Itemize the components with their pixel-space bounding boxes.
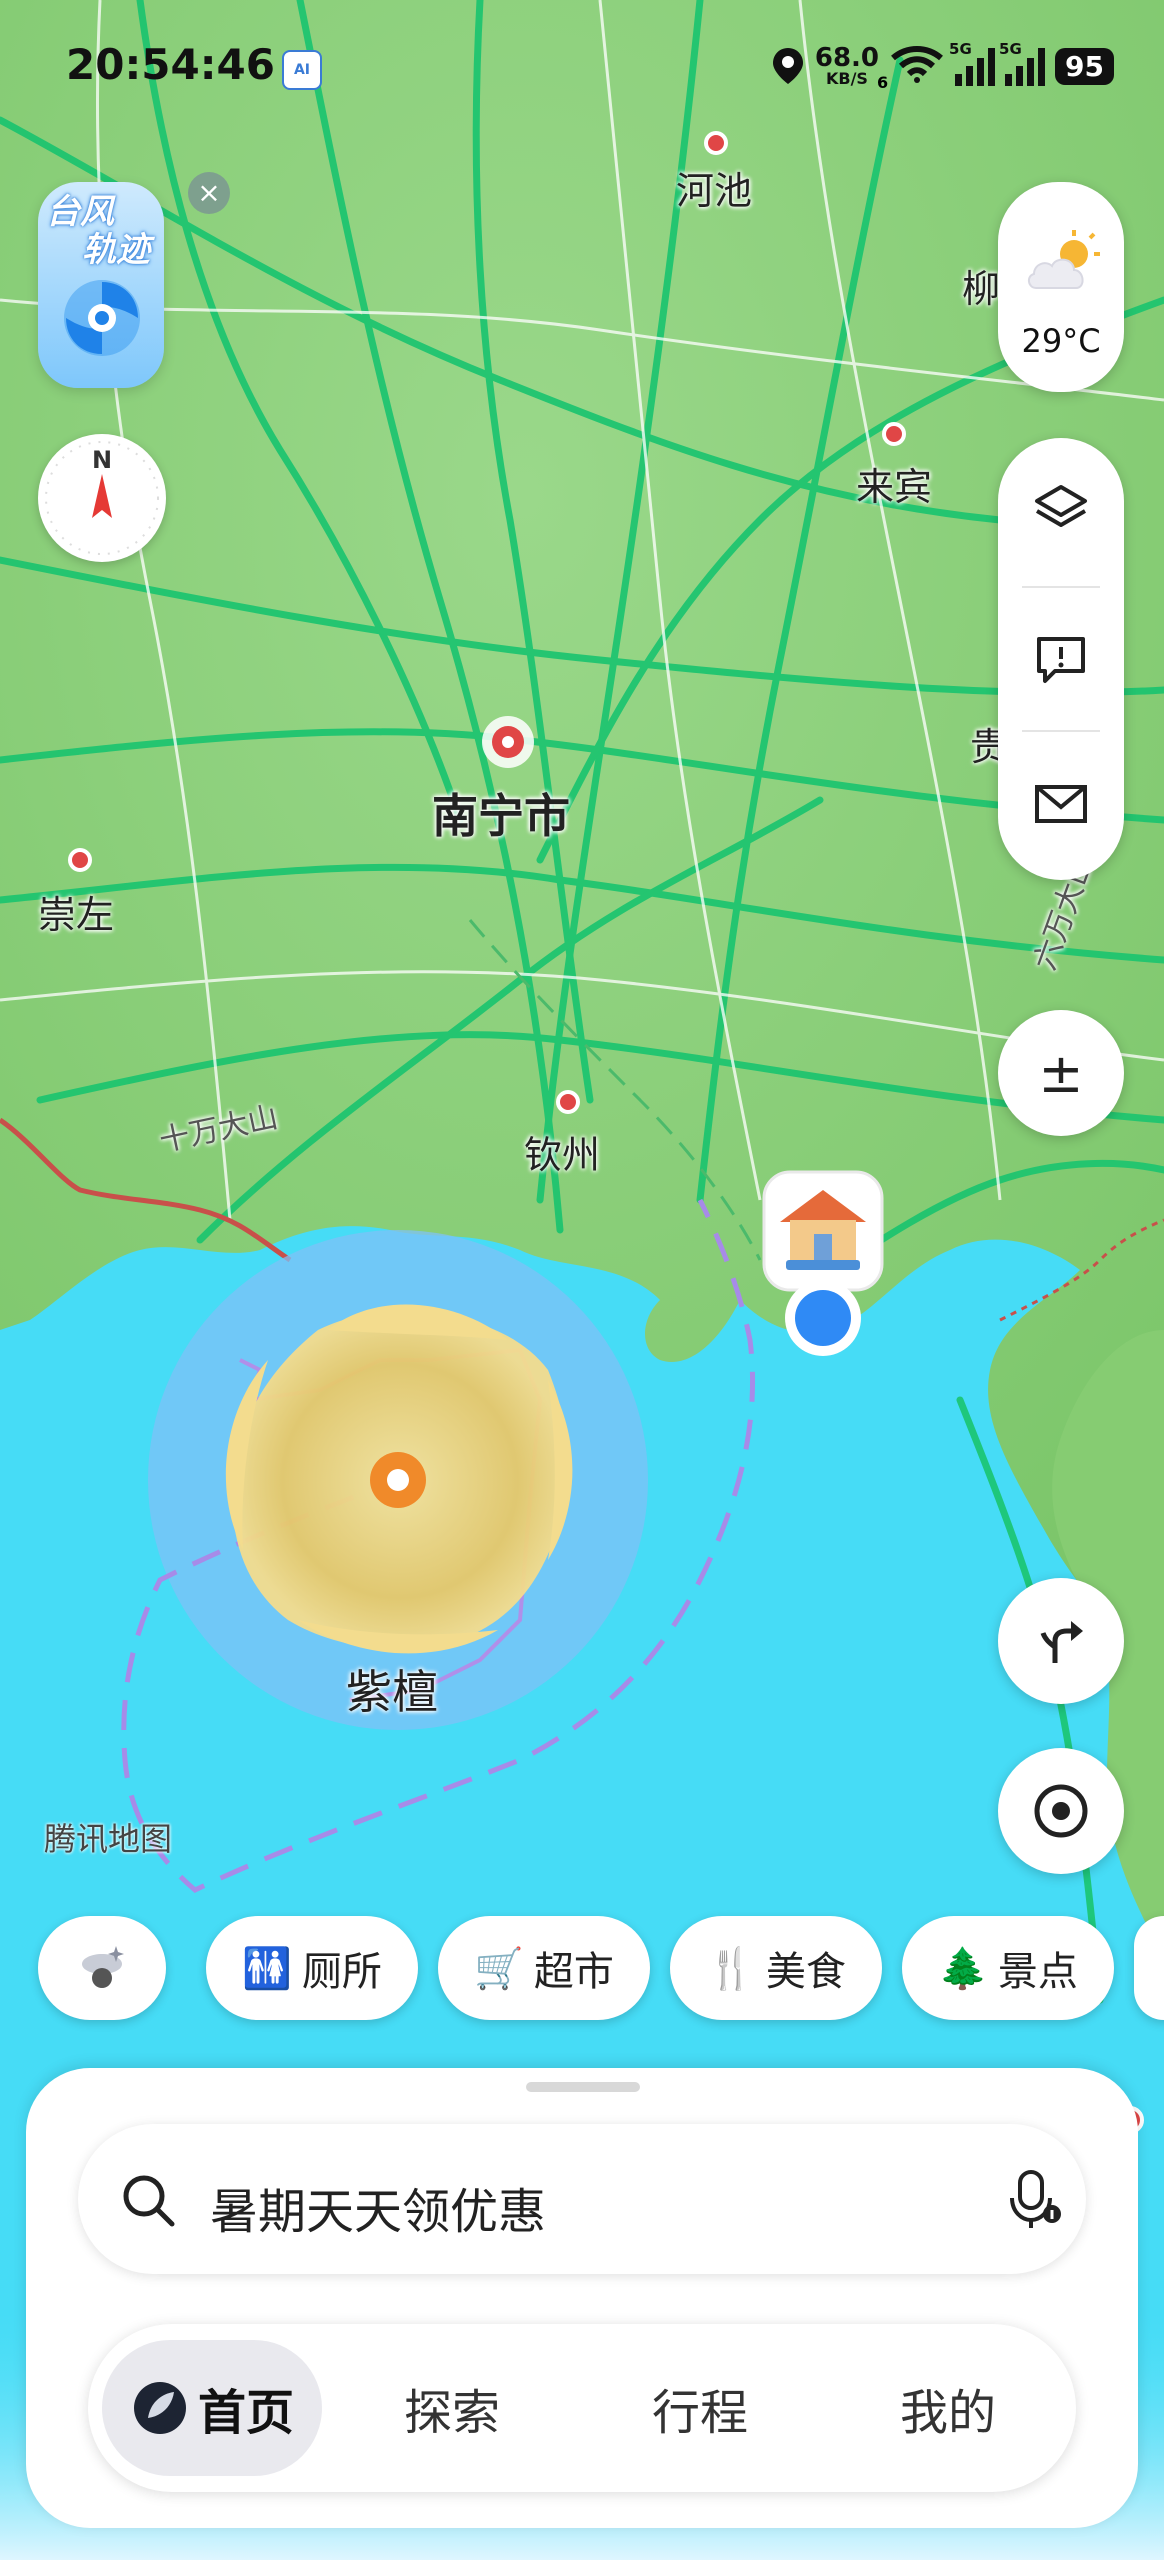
battery-indicator: 95 [1055, 47, 1114, 85]
chip-label: 景点 [997, 1949, 1078, 1995]
home-logo-icon [133, 2382, 186, 2434]
typhoon-name-label: 紫檀 [346, 1665, 438, 1719]
typhoon-button-line2: 轨迹 [82, 230, 150, 270]
sim2-tag: 5G [999, 40, 1022, 58]
chip-label: 超市 [533, 1949, 614, 1995]
status-icons: 68.0 KB/S 6 5G 5G 95 [771, 38, 1114, 94]
home-marker [762, 1170, 884, 1292]
route-button[interactable] [998, 1578, 1124, 1704]
chip-supermarket[interactable]: 🛒 超市 [438, 1916, 650, 2020]
bottom-sheet: 暑期天天领优惠 首页 探索 行程 我的 [26, 2068, 1138, 2528]
place-label-chongzuo: 崇左 [38, 893, 115, 937]
net-speed: 68.0 KB/S [815, 45, 879, 87]
status-time: 20:54:46 [66, 40, 275, 89]
signal-sim2-icon: 5G [999, 40, 1046, 86]
feedback-icon [1037, 637, 1085, 683]
sheet-drag-handle[interactable] [526, 2082, 640, 2092]
place-label-liuzhou: 柳 [962, 267, 1001, 311]
bottom-nav: 首页 探索 行程 我的 [88, 2324, 1076, 2492]
compass-button[interactable]: N [38, 434, 166, 562]
search-bar[interactable]: 暑期天天领优惠 [78, 2124, 1086, 2274]
city-pin-laibin [882, 422, 906, 446]
weather-widget[interactable]: 29°C [998, 182, 1124, 392]
wifi-icon [891, 46, 943, 83]
category-chips: 🚻 厕所 🛒 超市 🍴 美食 🌲 景点 [0, 1910, 1164, 2030]
nav-label: 行程 [651, 2385, 748, 2441]
typhoon-close-icon[interactable]: × [188, 172, 230, 214]
net-speed-unit: KB/S [825, 69, 868, 88]
locate-icon [1034, 1784, 1088, 1838]
chip-food[interactable]: 🍴 美食 [670, 1916, 882, 2020]
nav-label: 首页 [197, 2385, 294, 2441]
nav-home[interactable]: 首页 [102, 2340, 322, 2476]
tree-icon: 🌲 [938, 1945, 988, 1992]
feedback-button[interactable] [998, 594, 1124, 724]
typhoon-swirl-icon [64, 280, 140, 356]
wifi-indicator: 6 [877, 44, 945, 92]
plus-minus-icon: ± [1038, 1041, 1084, 1105]
partly-cloudy-icon [1028, 230, 1100, 289]
nav-mine[interactable]: 我的 [848, 2340, 1048, 2476]
layers-icon [1035, 485, 1087, 527]
place-label-laibin: 来宾 [856, 465, 933, 509]
cart-icon: 🛒 [474, 1945, 524, 1992]
nav-label: 探索 [403, 2385, 500, 2441]
city-pin-chongzuo [68, 848, 92, 872]
ai-badge: AI [282, 50, 322, 90]
map-watermark: 腾讯地图 [44, 1820, 173, 1858]
mail-icon [1035, 785, 1087, 823]
city-pin-nanning [482, 716, 534, 768]
food-icon: 🍴 [706, 1945, 756, 1992]
current-location-marker [785, 1280, 861, 1356]
microphone-icon[interactable] [1002, 2166, 1068, 2232]
chip-label: 美食 [765, 1949, 846, 1995]
typhoon-track-button[interactable]: 台风 轨迹 [38, 182, 164, 388]
signal-sim1-icon: 5G [949, 40, 996, 86]
nav-label: 我的 [899, 2385, 996, 2441]
place-label-hechi: 河池 [676, 169, 753, 213]
chip-attractions[interactable]: 🌲 景点 [902, 1916, 1114, 2020]
toilet-icon: 🚻 [242, 1945, 292, 1992]
chip-more[interactable] [1134, 1916, 1164, 2020]
city-pin-qinzhou [556, 1090, 580, 1114]
message-button[interactable] [998, 738, 1124, 868]
weather-temperature: 29°C [1021, 322, 1101, 360]
net-speed-value: 68.0 [814, 43, 880, 73]
locate-button[interactable] [998, 1748, 1124, 1874]
compass-icon: N [45, 441, 159, 555]
map-tools-panel [998, 438, 1124, 880]
location-icon [772, 48, 803, 84]
route-icon [1040, 1621, 1083, 1663]
wifi-tag: 6 [877, 73, 889, 92]
scale-button[interactable]: ± [998, 1010, 1124, 1136]
search-icon [123, 2175, 175, 2227]
search-input[interactable]: 暑期天天领优惠 [210, 2172, 546, 2242]
place-label-nanning: 南宁市 [432, 789, 570, 843]
nav-trips[interactable]: 行程 [600, 2340, 800, 2476]
place-label-qinzhou: 钦州 [524, 1133, 601, 1177]
status-bar: 20:54:46 AI 68.0 KB/S 6 5G 5G 95 [0, 0, 1164, 140]
magic-button[interactable] [38, 1916, 166, 2020]
magic-wand-icon [82, 1946, 124, 1988]
nav-explore[interactable]: 探索 [352, 2340, 552, 2476]
sim1-tag: 5G [949, 40, 972, 58]
layers-button[interactable] [998, 444, 1124, 574]
chip-label: 厕所 [301, 1949, 382, 1995]
chip-toilet[interactable]: 🚻 厕所 [206, 1916, 418, 2020]
svg-text:N: N [92, 446, 112, 474]
